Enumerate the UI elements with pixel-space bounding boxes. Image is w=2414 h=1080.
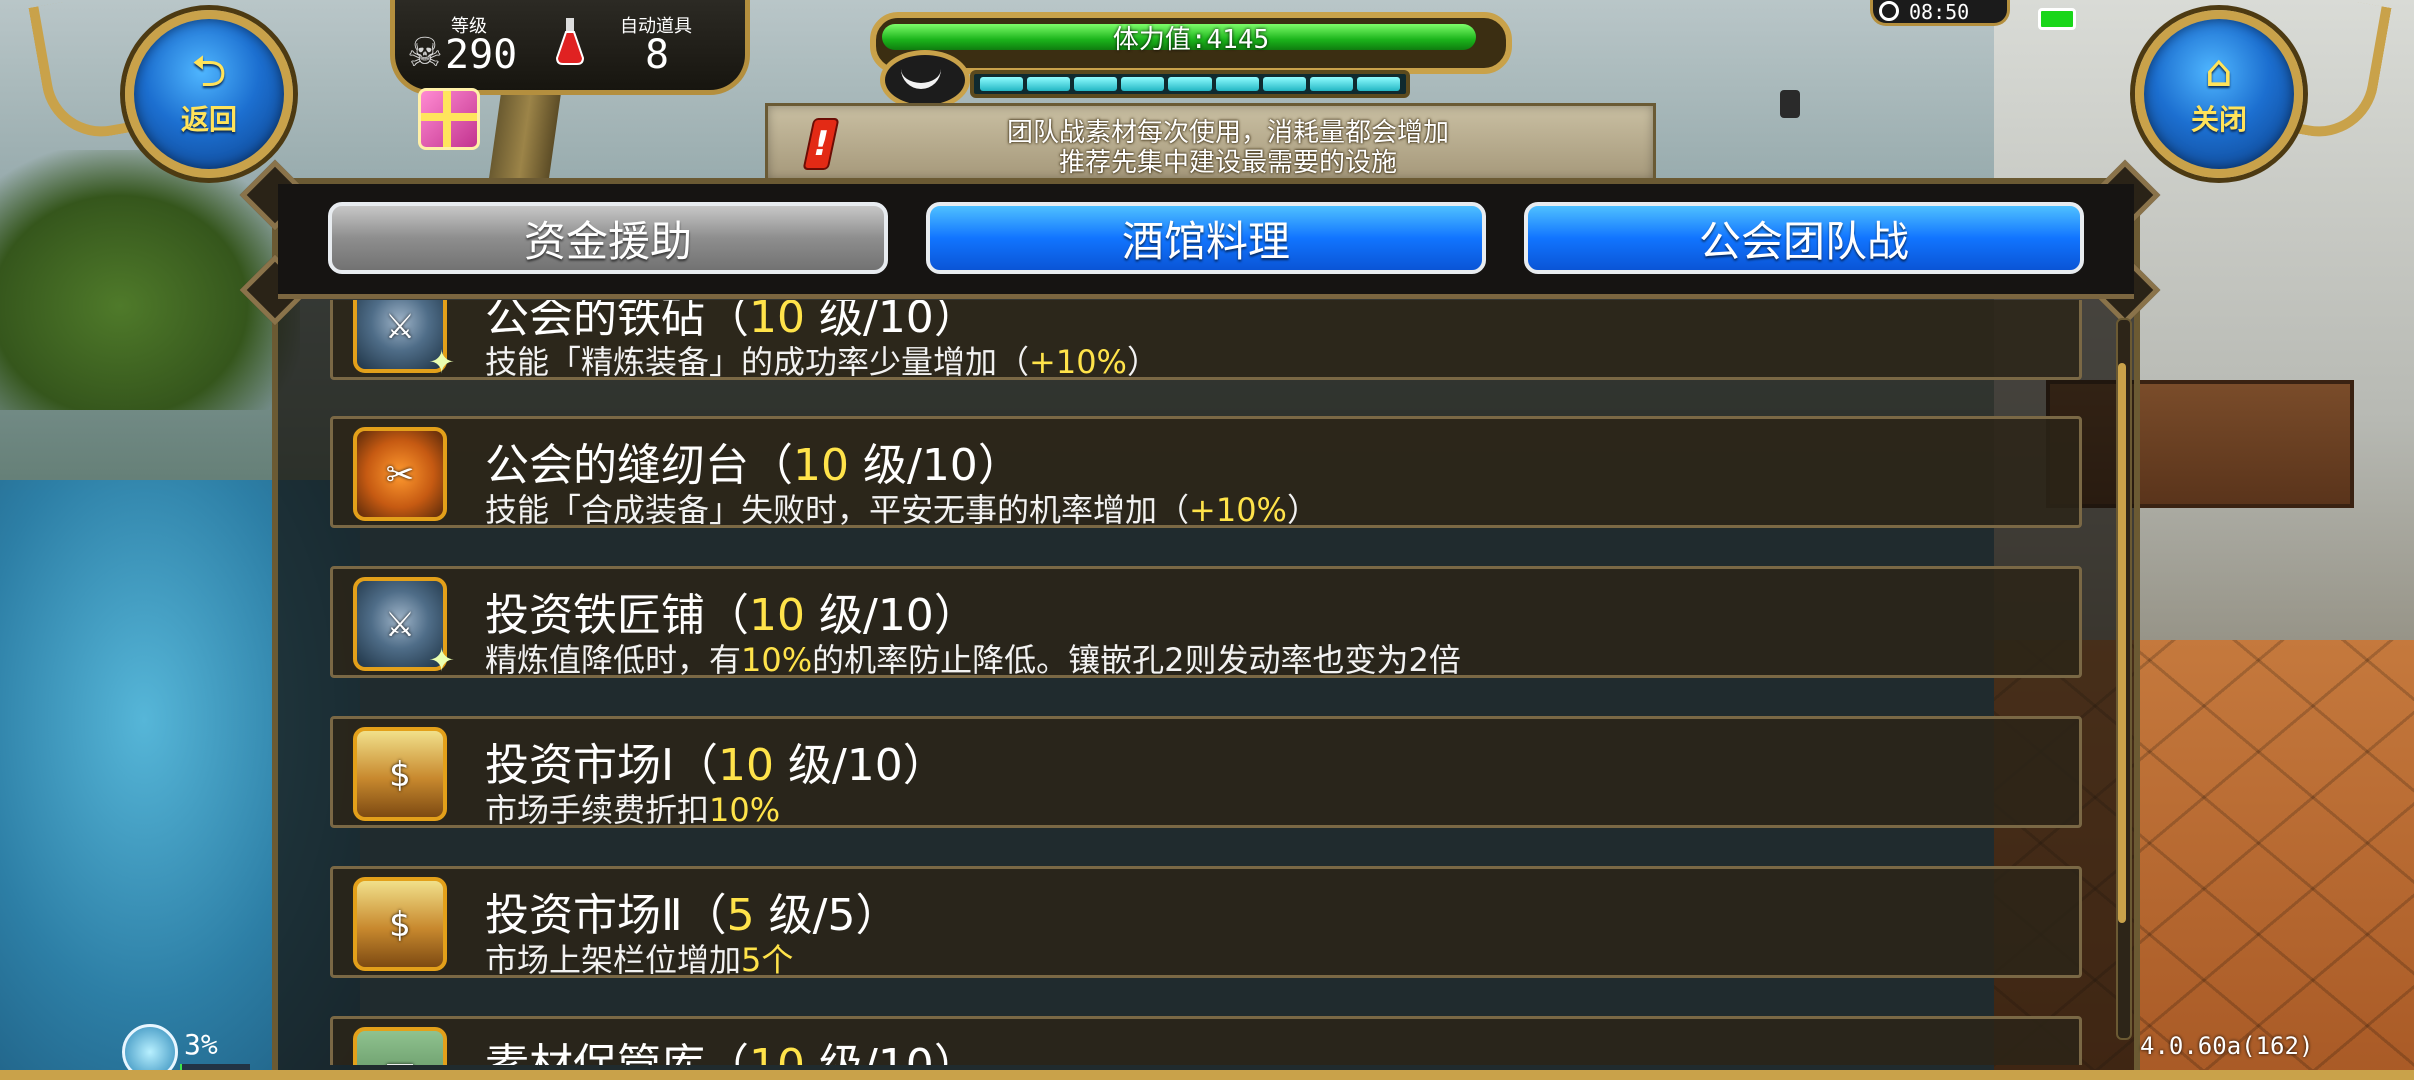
home-icon: ⌂ — [2205, 46, 2233, 97]
back-button-label: 返回 — [180, 103, 237, 136]
list-item[interactable]: $ 投资市场Ⅱ（5 级/5） 市场上架栏位增加5个 — [330, 866, 2082, 979]
alert-icon: ! — [802, 118, 840, 170]
clock: 08:50 — [1870, 0, 2010, 26]
energy-segment — [1121, 77, 1165, 91]
item-title: 投资市场Ⅰ（10 级/10） — [485, 740, 947, 791]
energy-segment — [1074, 77, 1118, 91]
auto-item-value: 8 — [645, 32, 670, 78]
item-desc: 技能「精炼装备」的成功率少量增加（+10%） — [485, 343, 1159, 381]
armor-icon: ⚔ ✦ — [353, 300, 455, 381]
item-desc: 技能「合成装备」失败时，平安无事的机率增加（+10%） — [485, 491, 1319, 529]
return-arrow-icon: ⮌ — [191, 46, 227, 97]
market-icon: $ — [353, 727, 447, 821]
energy-bar — [970, 70, 1410, 98]
player-stats: ☠ 等级 290 自动道具 8 — [390, 0, 750, 95]
list-item[interactable]: $ 投资市场Ⅰ（10 级/10） 市场手续费折扣10% — [330, 716, 2082, 829]
item-title: 素材保管库（10 级/10） — [485, 1029, 978, 1065]
lamp-icon — [1780, 90, 1800, 118]
storage-icon: ▤ — [353, 1027, 447, 1065]
facility-list[interactable]: ⚔ ✦ 公会的铁砧（10 级/10） 技能「精炼装备」的成功率少量增加（+10%）… — [330, 300, 2085, 1065]
energy-segment — [1356, 77, 1400, 91]
item-title: 投资市场Ⅱ（5 级/5） — [485, 890, 900, 941]
stamina-bar: 体力值:4145 — [870, 12, 1512, 74]
clock-time: 08:50 — [1909, 0, 1970, 24]
energy-segment — [1168, 77, 1212, 91]
moon-icon — [880, 50, 970, 110]
tab-bar: 资金援助 酒馆料理 公会团队战 — [278, 184, 2134, 299]
version-label: 4.0.60a(162) — [2140, 1032, 2314, 1060]
tab-funding[interactable]: 资金援助 — [328, 202, 888, 274]
close-button[interactable]: ⌂ 关闭 — [2135, 10, 2303, 178]
list-item[interactable]: ⚔ ✦ 投资铁匠铺（10 级/10） 精炼值降低时，有10%的机率防止降低。镶嵌孔… — [330, 566, 2082, 679]
notice-banner: ! 团队战素材每次使用，消耗量都会增加 推荐先集中建设最需要的设施 — [765, 103, 1656, 183]
level-icon: ☠ — [407, 30, 443, 76]
list-item[interactable]: ▤ 素材保管库（10 级/10） — [330, 1016, 2082, 1065]
battery-icon — [2038, 8, 2076, 30]
download-percent: 3% — [184, 1028, 218, 1061]
gift-icon[interactable] — [418, 88, 480, 150]
energy-segment — [1215, 77, 1259, 91]
tab-guild-battle[interactable]: 公会团队战 — [1524, 202, 2084, 274]
item-desc: 精炼值降低时，有10%的机率防止降低。镶嵌孔2则发动率也变为2倍 — [485, 641, 1461, 679]
armor-icon: ⚔ ✦ — [353, 577, 455, 679]
energy-segment — [980, 77, 1024, 91]
market-icon: $ — [353, 877, 447, 971]
energy-segment — [1027, 77, 1071, 91]
sewing-icon: ✂ — [353, 427, 447, 521]
scroll-thumb[interactable] — [2118, 363, 2126, 924]
item-title: 公会的缝纫台（10 级/10） — [485, 440, 1022, 491]
item-desc: 市场上架栏位增加5个 — [485, 941, 794, 979]
clock-icon — [1879, 1, 1899, 21]
tab-tavern[interactable]: 酒馆料理 — [926, 202, 1486, 274]
item-title: 投资铁匠铺（10 级/10） — [485, 590, 978, 641]
item-desc: 市场手续费折扣10% — [485, 791, 781, 829]
notice-line-2: 推荐先集中建设最需要的设施 — [1058, 148, 1397, 178]
close-button-label: 关闭 — [2190, 103, 2247, 136]
list-scrollbar[interactable] — [2116, 318, 2132, 1040]
level-value: 290 — [445, 32, 518, 78]
stamina-text: 体力值:4145 — [1112, 25, 1270, 55]
list-item[interactable]: ⚔ ✦ 公会的铁砧（10 级/10） 技能「精炼装备」的成功率少量增加（+10%） — [330, 300, 2082, 381]
potion-icon — [555, 18, 585, 65]
back-button[interactable]: ⮌ 返回 — [125, 10, 293, 178]
energy-segment — [1309, 77, 1353, 91]
energy-segment — [1262, 77, 1306, 91]
list-item[interactable]: ✂ 公会的缝纫台（10 级/10） 技能「合成装备」失败时，平安无事的机率增加（… — [330, 416, 2082, 529]
